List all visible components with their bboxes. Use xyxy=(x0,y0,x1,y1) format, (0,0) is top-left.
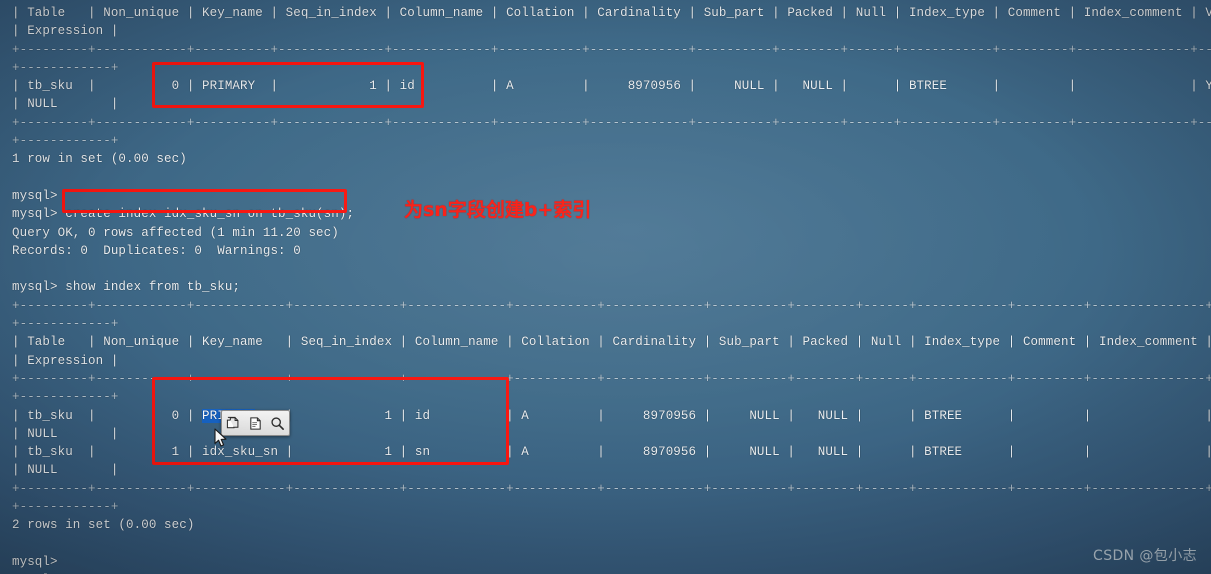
table1-header-row: | Table | Non_unique | Key_name | Seq_in… xyxy=(12,6,1211,20)
show-index-command-text: show index from tb_sku; xyxy=(65,280,241,295)
table1-row-primary-left: | tb_sku | 0 | xyxy=(12,79,203,94)
table2-separator-bottom: +---------+------------+------------+---… xyxy=(12,481,1211,496)
create-index-command-text: create index idx_sku_sn on tb_sku(sn); xyxy=(65,207,355,222)
table2-row-primary-wrap-expression: | NULL | xyxy=(12,426,119,441)
table1-result-text: 1 row in set (0.00 sec) xyxy=(12,152,187,167)
table2-separator-top-wrap: +------------+ xyxy=(12,317,119,332)
table1-separator-top: +---------+------------+----------+-----… xyxy=(12,42,1211,57)
search-icon[interactable] xyxy=(268,414,287,433)
table2-separator-mid: +---------+------------+------------+---… xyxy=(12,371,1211,386)
table2-result-text: 2 rows in set (0.00 sec) xyxy=(12,518,195,533)
table2-separator-top: +---------+------------+------------+---… xyxy=(12,298,1211,313)
table1-separator-bottom: +---------+------------+----------+-----… xyxy=(12,115,1211,130)
table2-row-primary: | tb_sku | 0 | PRIMARY | 1 | id | A | 89… xyxy=(0,407,1211,425)
annotation-note-text: 为sn字段创建b+索引 xyxy=(404,199,592,221)
table2-header-wrap-expression: | Expression | xyxy=(12,353,119,368)
table1-row-primary: | tb_sku | 0 | PRIMARY | 1 | id | A | 89… xyxy=(0,77,1211,95)
create-index-result: Query OK, 0 rows affected (1 min 11.20 s… xyxy=(12,225,339,240)
prompt-line-idle-1: mysql> xyxy=(12,188,58,203)
prompt-label: mysql> xyxy=(12,207,66,222)
table2-separator-mid-wrap: +------------+ xyxy=(12,390,119,405)
csdn-watermark: CSDN @包小志 xyxy=(1093,547,1197,564)
table1-separator-top-wrap: +------------+ xyxy=(12,60,119,75)
table2-row-idx-sku-sn: | tb_sku | 1 | idx_sku_sn | 1 | sn | A |… xyxy=(12,445,1211,460)
create-index-records: Records: 0 Duplicates: 0 Warnings: 0 xyxy=(12,243,301,258)
table1-row-primary-right: | 1 | id | A | 8970956 | NULL | NULL | |… xyxy=(255,79,1211,94)
paste-icon[interactable] xyxy=(246,414,265,433)
terminal-screenshot: | Table | Non_unique | Key_name | Seq_in… xyxy=(0,0,1211,574)
table2-separator-bottom-wrap: +------------+ xyxy=(12,500,119,515)
table1-header-wrap-expression: | Expression | xyxy=(12,24,119,39)
table2-row-primary-left: | tb_sku | 0 | xyxy=(12,408,203,423)
table2-header-row: | Table | Non_unique | Key_name | Seq_in… xyxy=(12,335,1211,350)
table1-separator-bottom-wrap: +------------+ xyxy=(12,134,119,149)
terminal-output[interactable]: | Table | Non_unique | Key_name | Seq_in… xyxy=(0,0,1211,574)
table1-row-primary-wrap-expression: | NULL | xyxy=(12,97,119,112)
context-toolbar[interactable] xyxy=(221,410,290,436)
table2-row-primary-right: | 1 | id | A | 8970956 | NULL | NULL | |… xyxy=(255,408,1211,423)
prompt-line-idle-2: mysql> xyxy=(12,554,58,569)
table2-row-idx-sku-sn-wrap-expression: | NULL | xyxy=(12,463,119,478)
copy-icon[interactable] xyxy=(224,414,243,433)
prompt-line-show-index: mysql> show index from tb_sku; xyxy=(0,278,1211,296)
table1-row-primary-keyname: PRIMARY xyxy=(202,79,256,94)
prompt-label-2: mysql> xyxy=(12,280,66,295)
prompt-line-create-index: mysql> create index idx_sku_sn on tb_sku… xyxy=(0,205,1211,223)
